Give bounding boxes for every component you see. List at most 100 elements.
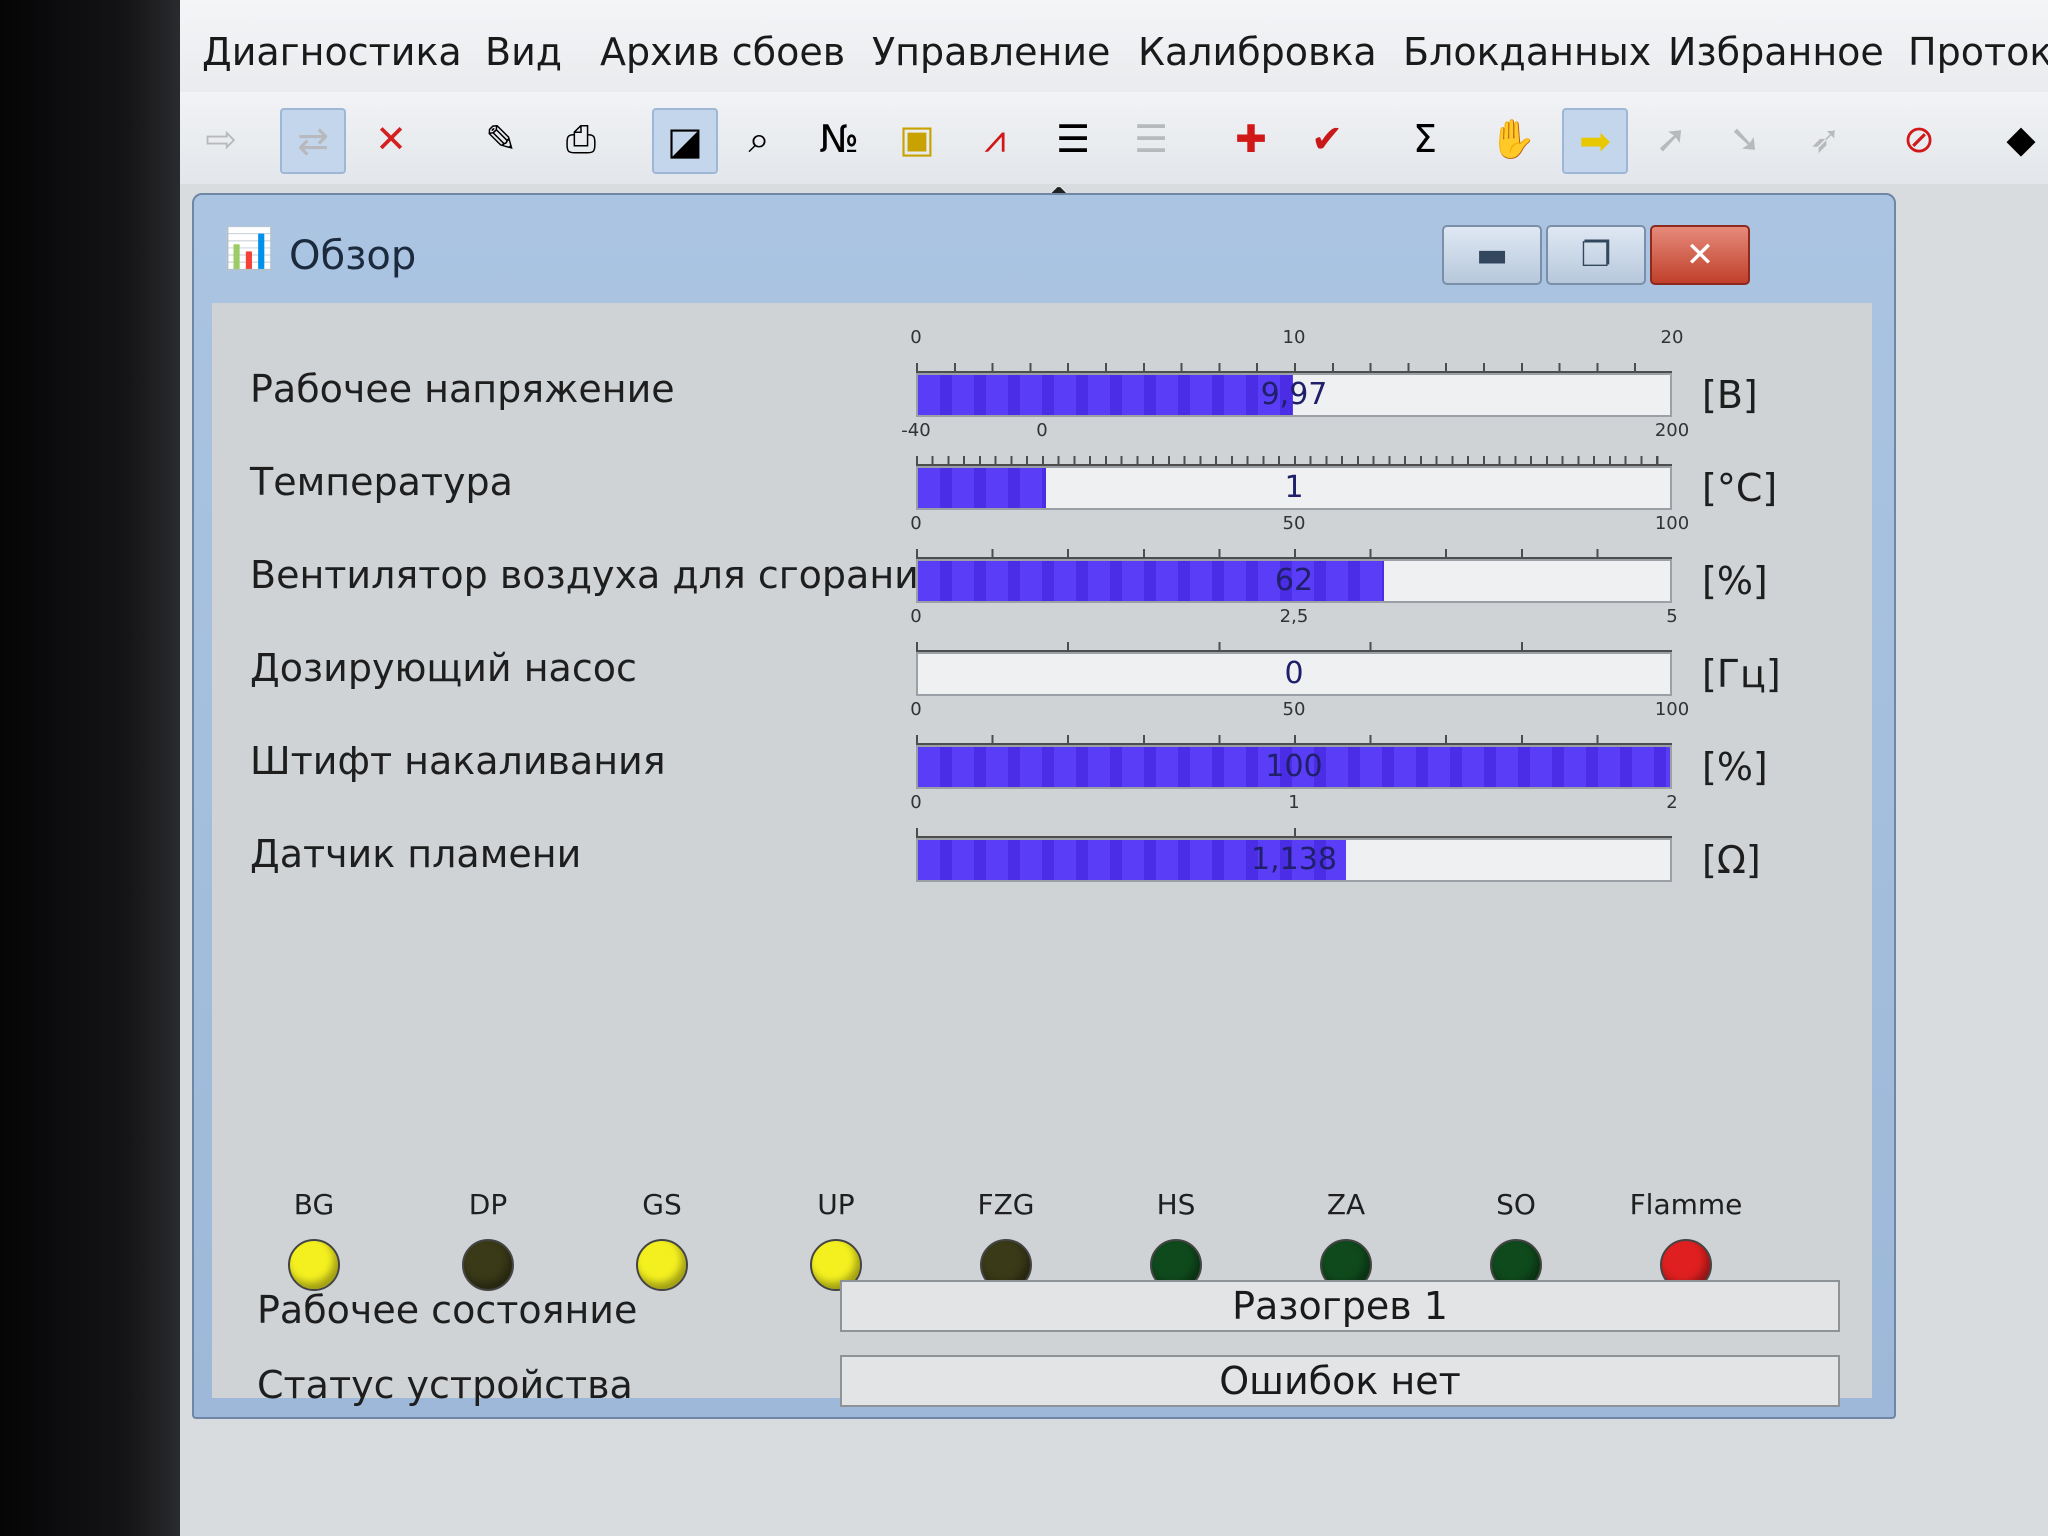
sum-icon: Σ <box>1412 117 1437 161</box>
overview-window: 📊 Обзор ▬ ❐ ✕ Рабочее напряжение 0 10 20 9,9… <box>192 193 1896 1419</box>
gauge-value: 1,138 <box>1251 842 1337 877</box>
connect-icon: ⇄ <box>297 119 329 163</box>
hand-button[interactable]: ✋ <box>1482 108 1544 170</box>
gauge-unit: [°C] <box>1702 466 1778 510</box>
menu-item[interactable]: Протоко <box>1908 30 2048 74</box>
status-indicator: SO <box>1456 1188 1576 1291</box>
gauge-tick-label: 0 <box>910 513 922 534</box>
gauge-label: Датчик пламени <box>250 832 582 876</box>
print-icon: ⎙ <box>565 116 597 161</box>
menu-item[interactable]: Управление <box>872 30 1110 74</box>
gauge-ruler <box>916 543 1672 559</box>
indicator-lamp <box>636 1239 688 1291</box>
close-button[interactable]: ✕ <box>1650 225 1750 285</box>
menu-bar: Диагностика Вид Архив сбоев Управление Калиб… <box>180 0 2048 93</box>
overview-panel: Рабочее напряжение 0 10 20 9,97 [В] Температур… <box>212 303 1872 1407</box>
overview-icon: ◪ <box>667 119 703 163</box>
search-button[interactable]: ⌕ <box>728 108 790 170</box>
menu-item[interactable]: Блокданных <box>1403 30 1651 74</box>
indicator-label: Flamme <box>1629 1188 1743 1221</box>
screen: Диагностика Вид Архив сбоев Управление Калиб… <box>180 0 2048 1536</box>
minimize-icon: ▬ <box>1475 235 1509 275</box>
arrow-up-button[interactable]: ➚ <box>1640 108 1702 170</box>
gauge-ruler <box>916 450 1672 466</box>
gauge-label: Штифт накаливания <box>250 739 666 783</box>
disconnect-button[interactable]: ✕ <box>360 108 422 170</box>
gauge-label: Дозирующий насос <box>250 646 637 690</box>
arrow-up-icon: ➚ <box>1655 117 1687 161</box>
arrow-down-button[interactable]: ➘ <box>1714 108 1776 170</box>
menu-item[interactable]: Калибровка <box>1138 30 1377 74</box>
window-titlebar[interactable]: 📊 Обзор ▬ ❐ ✕ <box>194 195 1894 285</box>
arrow-curve-icon: ➶ <box>1809 117 1841 161</box>
list-disabled-icon: ☰ <box>1133 117 1169 161</box>
list-button[interactable]: ☰ <box>1042 108 1104 170</box>
arrow-right-button[interactable]: ➡ <box>1562 108 1628 174</box>
print-button[interactable]: ⎙ <box>550 108 612 170</box>
status-indicator: UP <box>776 1188 896 1291</box>
indicator-button[interactable]: ▣ <box>886 108 948 170</box>
arrow-down-icon: ➘ <box>1729 117 1761 161</box>
gauge-bar: 1 <box>916 466 1672 510</box>
gauge-tick-label: -40 <box>901 420 931 441</box>
add-icon: ✚ <box>1235 117 1267 161</box>
list-disabled-button[interactable]: ☰ <box>1120 108 1182 170</box>
maximize-button[interactable]: ❐ <box>1546 225 1646 285</box>
indicator-icon: ▣ <box>899 117 935 161</box>
clipboard-button[interactable]: ✎ <box>470 108 532 170</box>
gauge-bar: 1,138 <box>916 838 1672 882</box>
chip-button[interactable]: ◆ <box>1990 108 2048 170</box>
overview-icon: 📊 <box>224 226 274 272</box>
indicator-label: GS <box>642 1188 682 1221</box>
monitor-bezel <box>0 0 180 1536</box>
gauge-ruler <box>916 729 1672 745</box>
gauge-ruler <box>916 636 1672 652</box>
arrow-curve-button[interactable]: ➶ <box>1794 108 1856 170</box>
connect-button[interactable]: ⇄ <box>280 108 346 174</box>
indicator-label: UP <box>817 1188 855 1221</box>
menu-item[interactable]: Диагностика <box>202 30 462 74</box>
minimize-button[interactable]: ▬ <box>1442 225 1542 285</box>
sum-button[interactable]: Σ <box>1394 108 1456 170</box>
overview-button[interactable]: ◪ <box>652 108 718 174</box>
maximize-icon: ❐ <box>1580 235 1612 275</box>
gauge-tick-label: 50 <box>1282 699 1306 720</box>
indicator-lamp <box>462 1239 514 1291</box>
gauge-value: 0 <box>1284 656 1304 691</box>
indicator-label: HS <box>1156 1188 1196 1221</box>
chip-icon: ◆ <box>2006 117 2036 161</box>
checkmark-button[interactable]: ✔ <box>1296 108 1358 170</box>
co2-icon: ⊘ <box>1903 117 1935 161</box>
indicator-label: ZA <box>1326 1188 1366 1221</box>
add-button[interactable]: ✚ <box>1220 108 1282 170</box>
disconnect-icon: ✕ <box>375 117 407 161</box>
search-icon: ⌕ <box>748 116 770 161</box>
gauge-tick-label: 2,5 <box>1279 606 1309 627</box>
operating-state-field: Разогрев 1 <box>840 1280 1840 1332</box>
menu-item[interactable]: Архив сбоев <box>600 30 845 74</box>
gauge-tick-label: 50 <box>1282 513 1306 534</box>
menu-item[interactable]: Вид <box>485 30 562 74</box>
status-indicator: BG <box>254 1188 374 1291</box>
gauge-value: 62 <box>1274 563 1314 598</box>
status-indicator: ZA <box>1286 1188 1406 1291</box>
close-icon: ✕ <box>1685 235 1715 275</box>
list-icon: ☰ <box>1055 117 1091 161</box>
gauge-tick-label: 5 <box>1666 606 1678 627</box>
menu-item[interactable]: Избранное <box>1668 30 1884 74</box>
gauge-tick-label: 0 <box>910 699 922 720</box>
gauge-bar: 100 <box>916 745 1672 789</box>
graph-button[interactable]: ⩘ <box>964 108 1026 170</box>
gauge-scale: -40 0 200 <box>901 420 1689 466</box>
numeric-icon: № <box>819 117 859 161</box>
gauge-tick-label: 100 <box>1654 699 1690 720</box>
exit-button[interactable]: ⇨ <box>190 108 252 170</box>
co2-button[interactable]: ⊘ <box>1888 108 1950 170</box>
indicator-label: BG <box>293 1188 335 1221</box>
window-title: Обзор <box>289 233 417 279</box>
gauge-label: Температура <box>250 460 513 504</box>
arrow-right-icon: ➡ <box>1579 119 1611 163</box>
numeric-button[interactable]: № <box>808 108 870 170</box>
gauge-tick-label: 2 <box>1666 792 1678 813</box>
gauge-ruler <box>916 357 1672 373</box>
